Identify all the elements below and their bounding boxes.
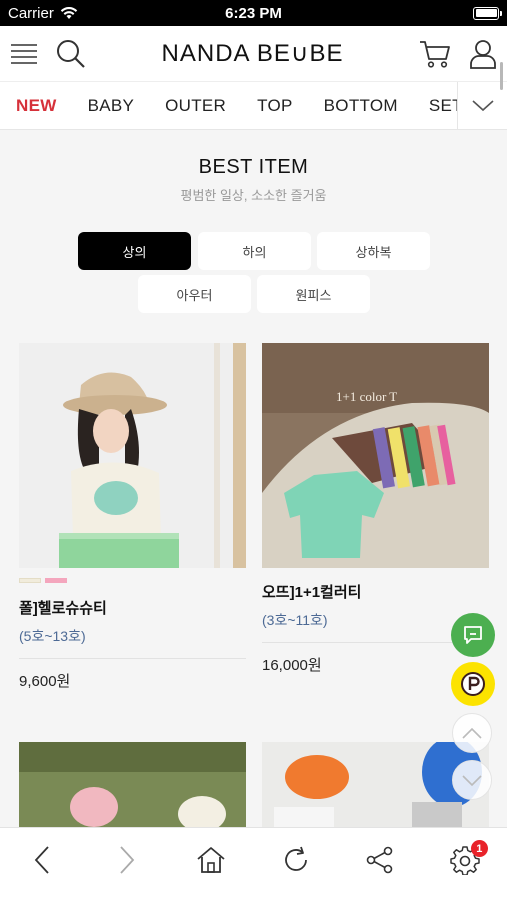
category-nav-items: NEW BABY OUTER TOP BOTTOM SET/OP	[0, 96, 507, 116]
cart-icon[interactable]	[419, 39, 451, 69]
refresh-button[interactable]	[271, 835, 321, 885]
chevron-down-icon	[471, 100, 494, 112]
category-new[interactable]: NEW	[16, 96, 57, 116]
tab-dress[interactable]: 원피스	[257, 275, 370, 313]
bottom-toolbar: 1	[0, 827, 507, 900]
chat-icon	[464, 626, 482, 644]
notification-badge: 1	[470, 840, 488, 857]
category-outer[interactable]: OUTER	[165, 96, 226, 116]
chevron-down-icon	[462, 774, 482, 786]
home-icon	[197, 847, 225, 873]
product-image[interactable]	[19, 343, 246, 568]
product-card[interactable]: 폴]헬로슈슈티 (5호~13호) 9,600원	[19, 343, 246, 691]
back-button[interactable]	[17, 835, 67, 885]
category-top[interactable]: TOP	[257, 96, 293, 116]
search-icon[interactable]	[56, 39, 86, 69]
header-right	[419, 39, 497, 69]
share-button[interactable]	[355, 835, 405, 885]
chevron-left-icon	[35, 846, 49, 874]
color-swatches	[19, 578, 246, 584]
product-name[interactable]: 폴]헬로슈슈티	[19, 597, 246, 618]
chevron-up-icon	[462, 727, 482, 739]
chevron-right-icon	[120, 846, 134, 874]
user-icon[interactable]	[469, 39, 497, 69]
color-swatch	[45, 578, 67, 583]
home-button[interactable]	[186, 835, 236, 885]
tab-set[interactable]: 상하복	[317, 232, 430, 270]
status-left: Carrier	[8, 5, 78, 22]
divider	[19, 658, 246, 659]
settings-button[interactable]: 1	[440, 835, 490, 885]
product-image[interactable]	[19, 742, 246, 827]
product-image[interactable]: 1+1 color T	[262, 343, 489, 568]
tab-top[interactable]: 상의	[78, 232, 191, 270]
color-swatch	[19, 578, 41, 583]
header-left	[10, 39, 86, 69]
share-icon	[366, 846, 393, 874]
tab-outer[interactable]: 아우터	[138, 275, 251, 313]
brand-logo[interactable]: NANDA BE∪BE	[162, 39, 344, 68]
status-bar: Carrier 6:23 PM	[0, 0, 507, 26]
kakao-button[interactable]	[451, 662, 495, 706]
scrollbar[interactable]	[500, 62, 503, 90]
section-subtitle: 평범한 일상, 소소한 즐거움	[180, 188, 327, 203]
category-bottom[interactable]: BOTTOM	[324, 96, 398, 116]
section-title: BEST ITEM	[198, 156, 309, 178]
product-size: (5호~13호)	[19, 628, 86, 644]
battery-icon	[473, 6, 502, 20]
category-baby[interactable]: BABY	[88, 96, 135, 116]
wifi-icon	[60, 6, 78, 20]
tab-bottom[interactable]: 하의	[198, 232, 311, 270]
product-card[interactable]	[19, 742, 246, 827]
scroll-bottom-button[interactable]	[452, 760, 492, 800]
scroll-top-button[interactable]	[452, 713, 492, 753]
refresh-icon	[284, 846, 307, 871]
kakao-channel-icon	[461, 672, 485, 696]
status-time: 6:23 PM	[225, 4, 282, 22]
product-price: 9,600원	[19, 673, 71, 690]
menu-icon[interactable]	[10, 42, 38, 66]
carrier-label: Carrier	[8, 4, 54, 22]
image-caption: 1+1 color T	[336, 389, 397, 404]
category-nav: NEW BABY OUTER TOP BOTTOM SET/OP	[0, 82, 507, 130]
talk-button[interactable]	[451, 613, 495, 657]
forward-button[interactable]	[102, 835, 152, 885]
product-name[interactable]: 오뜨]1+1컬러티	[262, 581, 489, 602]
app-header: NANDA BE∪BE	[0, 26, 507, 82]
